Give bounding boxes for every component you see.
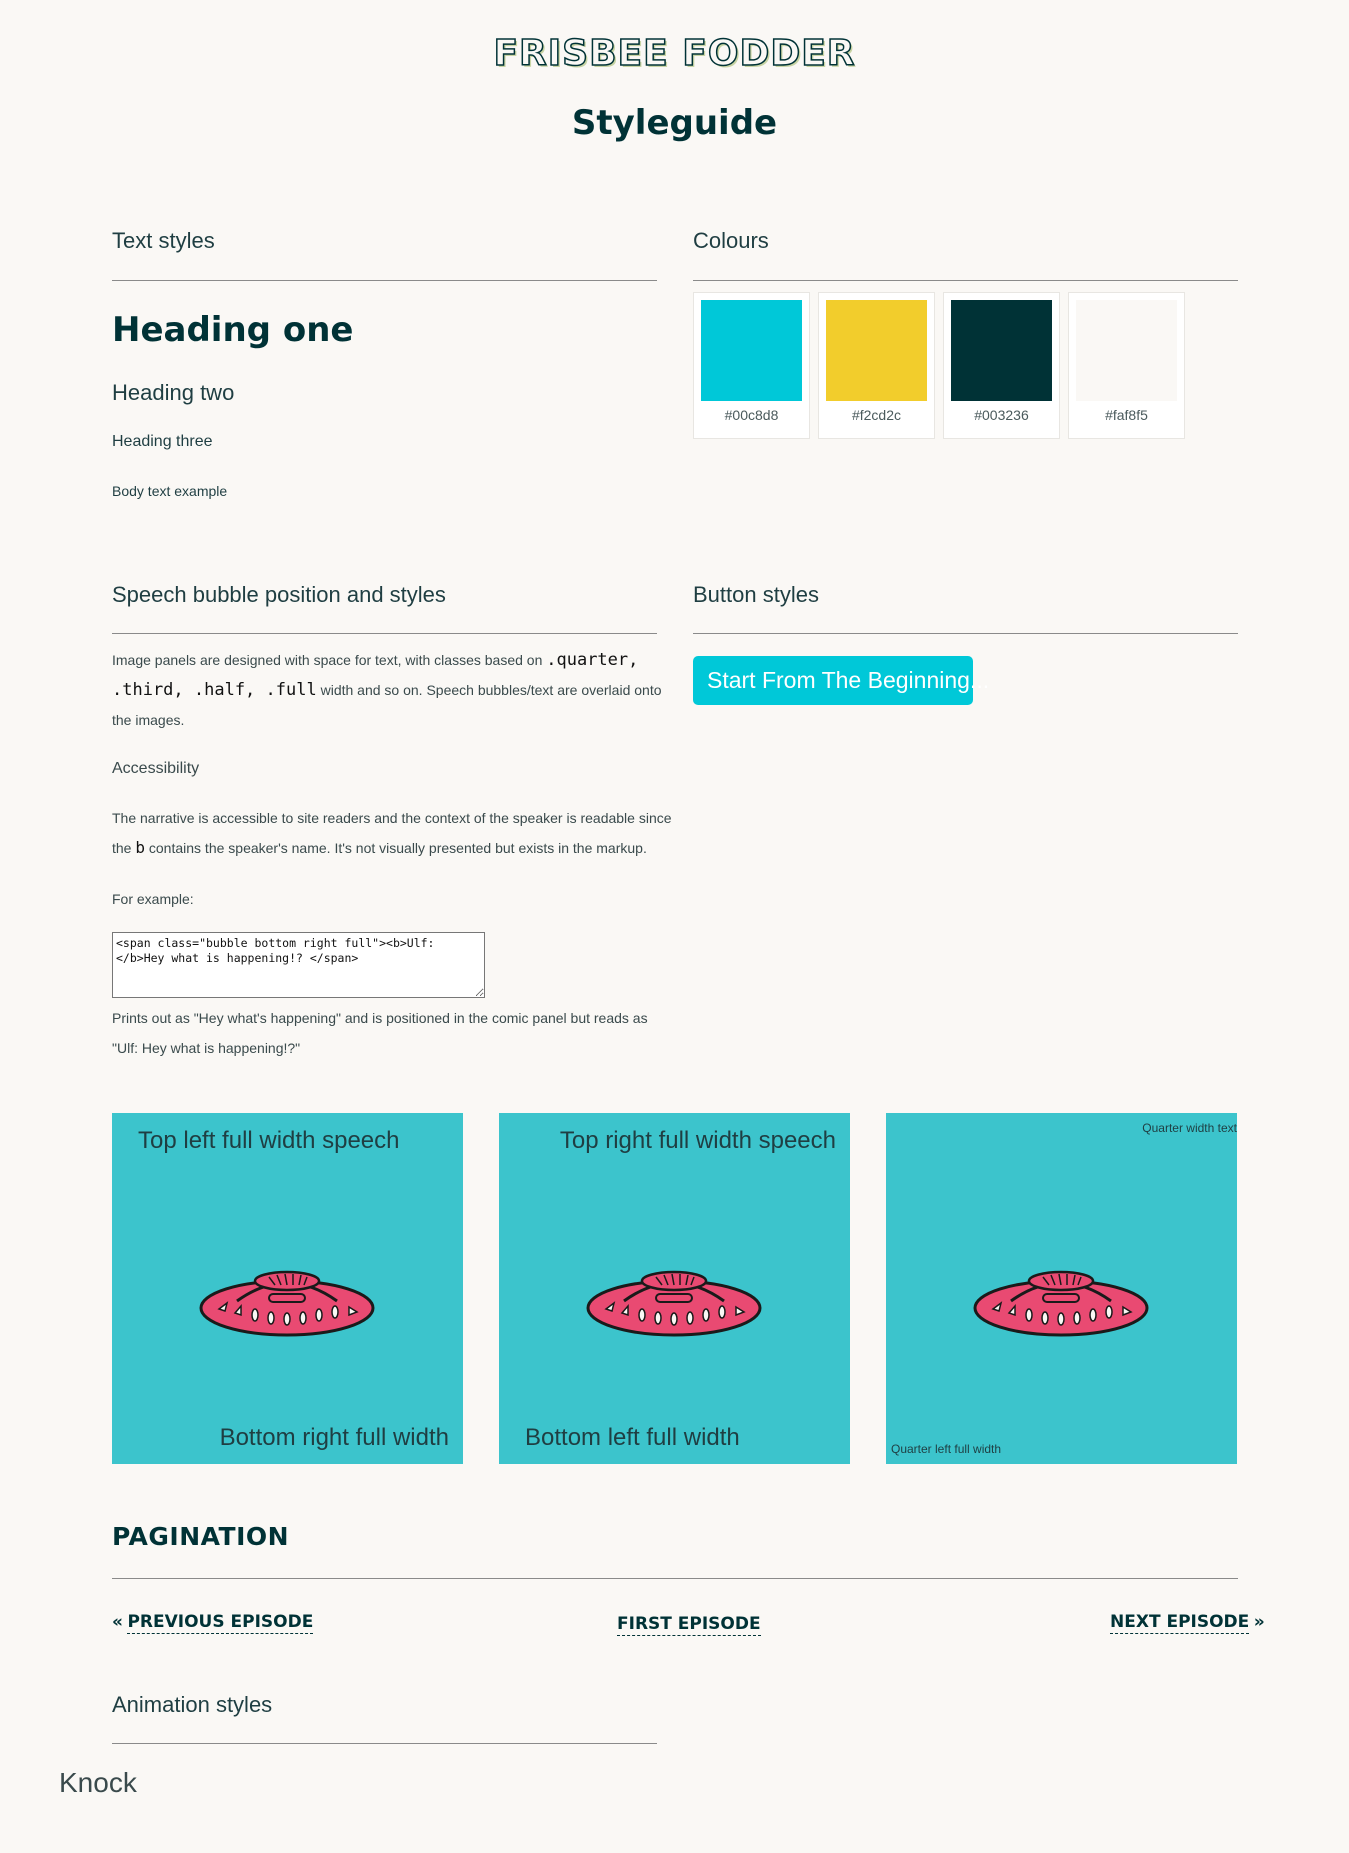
button-styles-title: Button styles	[693, 582, 819, 607]
code-snippet: b	[135, 838, 145, 857]
speech-bubble-top: Top left full width speech	[138, 1127, 400, 1154]
colour-swatch: #00c8d8	[693, 292, 810, 439]
prints-out-text: Prints out as "Hey what's happening" and…	[112, 1003, 672, 1063]
previous-episode-link[interactable]: « PREVIOUS EPISODE	[112, 1612, 314, 1634]
frisbee-icon	[586, 1270, 762, 1337]
colour-hex-label: #003236	[974, 407, 1029, 423]
narrative-text: The narrative is accessible to site read…	[112, 803, 672, 863]
comic-panel: Top left full width speech Bottom right f…	[112, 1113, 463, 1464]
heading-one-example: Heading one	[112, 310, 354, 350]
comic-panel: Quarter width text Quarter left full widt…	[886, 1113, 1237, 1464]
heading-two-example: Heading two	[112, 380, 235, 405]
divider	[112, 1743, 657, 1744]
colour-chip	[826, 300, 927, 401]
next-episode-link[interactable]: NEXT EPISODE »	[1110, 1612, 1265, 1634]
speech-intro: Image panels are designed with space for…	[112, 645, 672, 735]
colour-hex-label: #00c8d8	[724, 407, 779, 423]
speech-bubble-top: Top right full width speech	[559, 1127, 836, 1154]
speech-bubble-bottom: Quarter left full width	[891, 1442, 1002, 1456]
divider	[693, 280, 1238, 281]
body-text-example: Body text example	[112, 483, 228, 499]
colour-hex-label: #faf8f5	[1105, 407, 1148, 423]
divider	[112, 1578, 1238, 1579]
previous-episode-text[interactable]: PREVIOUS EPISODE	[127, 1612, 314, 1634]
code-snippet: .quarter,	[546, 650, 639, 670]
first-episode-text[interactable]: FIRST EPISODE	[617, 1614, 761, 1636]
knock-animation-text: Knock	[59, 1767, 137, 1798]
narrative-line: the	[112, 840, 132, 856]
heading-three-example: Heading three	[112, 433, 213, 450]
colour-chip	[1076, 300, 1177, 401]
narrative-line: The narrative is accessible to site read…	[112, 810, 672, 826]
intro-text: width and so on. Speech bubbles/text are…	[320, 682, 662, 698]
code-snippet: .third, .half, .full	[112, 680, 317, 700]
colour-swatch: #faf8f5	[1068, 292, 1185, 439]
chevron-left-icon: «	[112, 1612, 123, 1632]
start-from-beginning-button[interactable]: Start From The Beginning...	[693, 656, 989, 705]
divider	[693, 633, 1238, 634]
comic-panel: Top right full width speech Bottom left f…	[499, 1113, 850, 1464]
for-example-label: For example:	[112, 891, 194, 907]
colour-chip	[701, 300, 802, 401]
divider	[112, 280, 657, 281]
colours-title: Colours	[693, 228, 769, 253]
speech-bubble-top: Quarter width text	[1142, 1121, 1237, 1135]
speech-bubble-bottom: Bottom right full width	[219, 1424, 449, 1451]
chevron-right-icon: »	[1253, 1612, 1265, 1632]
first-episode-link[interactable]: FIRST EPISODE	[617, 1614, 761, 1636]
prints-line: "Ulf: Hey what is happening!?"	[112, 1040, 301, 1056]
narrative-line: contains the speaker's name. It's not vi…	[148, 840, 647, 856]
page-title: Styleguide	[571, 103, 778, 143]
frisbee-icon	[973, 1270, 1149, 1337]
code-example-textarea[interactable]: <span class="bubble bottom right full"><…	[112, 932, 485, 998]
colour-hex-label: #f2cd2c	[851, 407, 902, 423]
colour-chip	[951, 300, 1052, 401]
accessibility-heading: Accessibility	[112, 760, 200, 777]
text-styles-title: Text styles	[112, 228, 215, 253]
speech-bubble-title: Speech bubble position and styles	[112, 582, 446, 607]
colour-swatch: #f2cd2c	[818, 292, 935, 439]
speech-bubble-bottom: Bottom left full width	[525, 1424, 740, 1451]
intro-text: Image panels are designed with space for…	[112, 652, 543, 668]
divider	[112, 633, 657, 634]
site-logo[interactable]: FRISBEE FODDER	[0, 32, 1349, 75]
frisbee-icon	[199, 1270, 375, 1337]
next-episode-text[interactable]: NEXT EPISODE	[1110, 1612, 1250, 1634]
animation-styles-title: Animation styles	[112, 1692, 273, 1717]
intro-text: the images.	[112, 712, 185, 728]
pagination-title: PAGINATION	[112, 1522, 290, 1551]
colour-swatch: #003236	[943, 292, 1060, 439]
prints-line: Prints out as "Hey what's happening" and…	[112, 1010, 648, 1026]
